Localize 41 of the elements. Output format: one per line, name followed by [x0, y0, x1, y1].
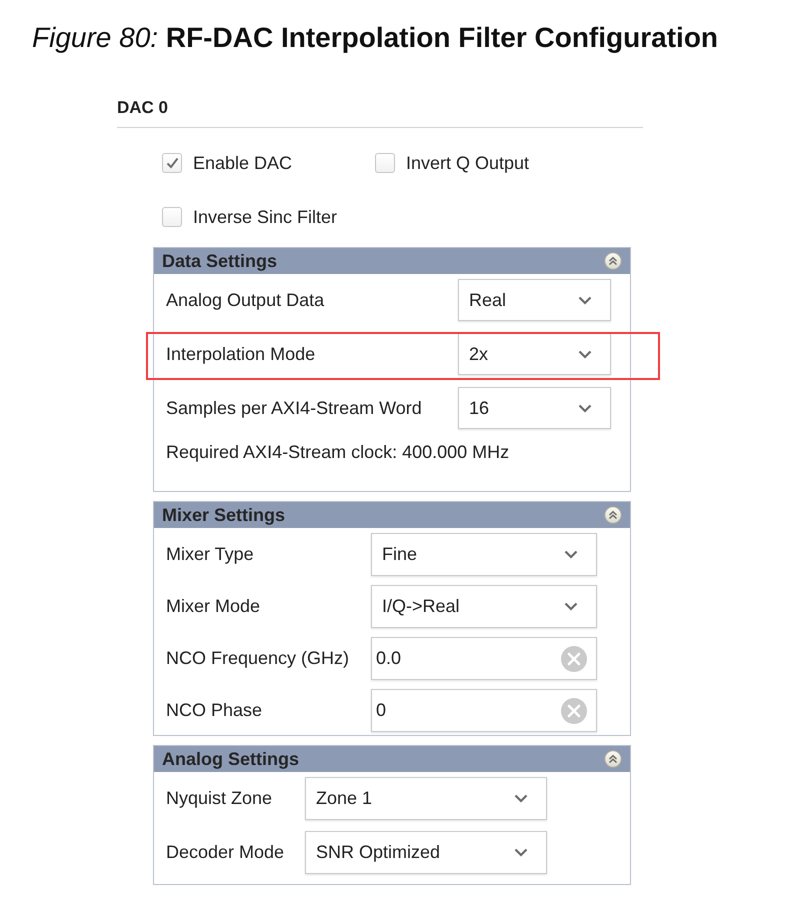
field-label: Nyquist Zone: [166, 787, 274, 810]
field-label: Mixer Type: [166, 543, 255, 566]
clock-note: Required AXI4-Stream clock: 400.000 MHz: [166, 441, 510, 463]
checkmark-icon: [166, 157, 178, 169]
chevron-down-icon: [514, 794, 528, 803]
field-label: NCO Frequency (GHz): [166, 647, 350, 670]
dropdown[interactable]: Fine: [371, 533, 597, 576]
text-field[interactable]: 0.0: [371, 637, 597, 680]
field-label: Samples per AXI4-Stream Word: [166, 396, 423, 420]
dropdown[interactable]: I/Q->Real: [371, 585, 597, 628]
dropdown[interactable]: 16: [458, 387, 611, 429]
chevron-down-icon: [578, 350, 592, 358]
collapse-icon[interactable]: [604, 750, 622, 768]
chevron-down-icon: [514, 848, 528, 857]
collapse-icon[interactable]: [604, 252, 622, 270]
checkbox[interactable]: [375, 153, 395, 173]
text-field[interactable]: 0: [371, 689, 597, 732]
chevron-down-icon: [564, 550, 578, 559]
dropdown[interactable]: Zone 1: [305, 777, 547, 820]
checkbox-label: Invert Q Output: [406, 152, 530, 175]
field-label: Interpolation Mode: [166, 342, 316, 366]
panel-title: Analog Settings: [162, 748, 300, 771]
panel-title: Mixer Settings: [162, 504, 286, 527]
field-label: Analog Output Data: [166, 288, 326, 312]
collapse-icon[interactable]: [604, 506, 622, 524]
field-label: Decoder Mode: [166, 841, 286, 864]
checkbox[interactable]: [162, 207, 182, 227]
figure-caption: Figure 80: RF-DAC Interpolation Filter Configuration: [32, 22, 718, 53]
field-label: Mixer Mode: [166, 595, 262, 618]
dropdown[interactable]: 2x: [458, 333, 611, 375]
checkbox[interactable]: [162, 153, 182, 173]
field-label: NCO Phase: [166, 699, 264, 722]
chevron-down-icon: [578, 404, 592, 412]
checkbox-label: Enable DAC: [193, 152, 292, 174]
dropdown[interactable]: SNR Optimized: [305, 831, 547, 874]
chevron-down-icon: [578, 296, 592, 304]
checkbox-label: Inverse Sinc Filter: [193, 206, 338, 228]
chevron-down-icon: [564, 602, 578, 611]
dropdown[interactable]: Real: [458, 279, 611, 321]
section-title: DAC 0: [117, 98, 168, 117]
panel-title: Data Settings: [162, 250, 278, 273]
